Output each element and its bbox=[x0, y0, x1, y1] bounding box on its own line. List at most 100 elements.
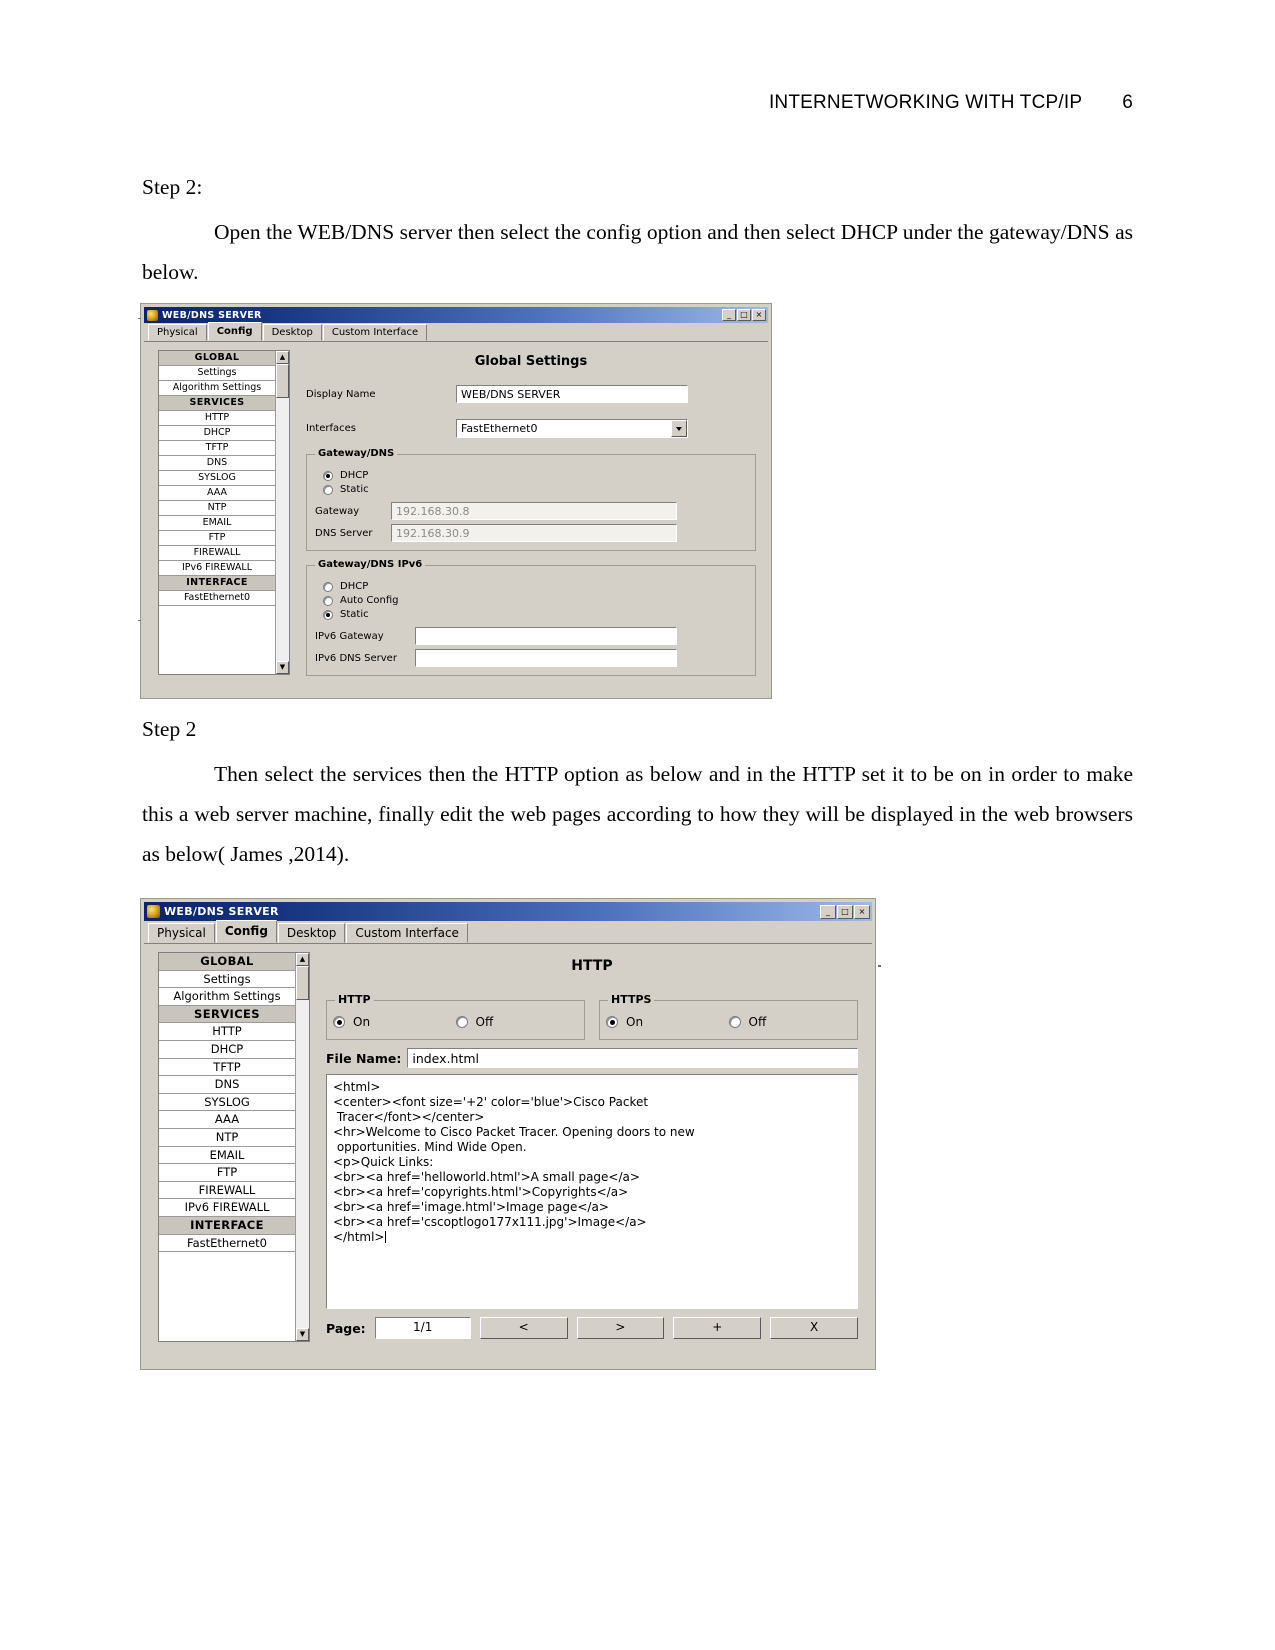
nav-item-settings[interactable]: Settings bbox=[159, 970, 295, 989]
html-code-editor[interactable]: <html> <center><font size='+2' color='bl… bbox=[326, 1074, 858, 1309]
maximize-button[interactable]: □ bbox=[837, 904, 853, 919]
nav-item-ipv6-firewall[interactable]: IPv6 FIREWALL bbox=[159, 561, 275, 576]
close-button[interactable]: × bbox=[854, 904, 870, 919]
scroll-track[interactable] bbox=[276, 364, 289, 661]
nav-item-fastethernet0[interactable]: FastEthernet0 bbox=[159, 591, 275, 606]
close-button[interactable]: × bbox=[752, 309, 766, 321]
nav-item-syslog[interactable]: SYSLOG bbox=[159, 1093, 295, 1112]
https-off-radio-row[interactable]: Off bbox=[728, 1015, 852, 1029]
window2-titlebar[interactable]: WEB/DNS SERVER _ □ × bbox=[144, 902, 872, 921]
nav-item-syslog[interactable]: SYSLOG bbox=[159, 471, 275, 486]
tab-config[interactable]: Config bbox=[215, 920, 277, 943]
ipv6-dns-server-input[interactable] bbox=[415, 649, 677, 667]
page-navigation-row[interactable]: Page: 1/1 < > + X bbox=[326, 1317, 858, 1339]
nav-item-ftp[interactable]: FTP bbox=[159, 531, 275, 546]
nav-item-ntp[interactable]: NTP bbox=[159, 1128, 295, 1147]
chevron-down-icon[interactable] bbox=[671, 420, 687, 437]
nav-scrollbar[interactable]: ▲ ▼ bbox=[295, 953, 309, 1341]
nav-item-dhcp[interactable]: DHCP bbox=[159, 426, 275, 441]
ipv6-gateway-input[interactable] bbox=[415, 627, 677, 645]
http-off-radio-row[interactable]: Off bbox=[455, 1015, 579, 1029]
window1-nav-panel[interactable]: GLOBAL Settings Algorithm Settings SERVICES… bbox=[158, 350, 290, 675]
nav-item-dns[interactable]: DNS bbox=[159, 1076, 295, 1094]
packet-tracer-window-global-settings[interactable]: WEB/DNS SERVER _ □ × Physical Config Des… bbox=[140, 303, 772, 699]
nav-item-ftp[interactable]: FTP bbox=[159, 1164, 295, 1182]
http-off-radio[interactable] bbox=[455, 1016, 468, 1028]
window1-tabstrip[interactable]: Physical Config Desktop Custom Interface bbox=[144, 322, 768, 342]
file-name-row[interactable]: File Name: index.html bbox=[326, 1048, 858, 1068]
nav-item-services: SERVICES bbox=[159, 396, 275, 411]
nav-item-aaa[interactable]: AAA bbox=[159, 1111, 295, 1129]
ipv6-dhcp-radio-row[interactable]: DHCP bbox=[323, 581, 747, 592]
window2-controls[interactable]: _ □ × bbox=[820, 904, 870, 919]
https-on-radio-row[interactable]: On bbox=[606, 1015, 729, 1029]
tab-desktop[interactable]: Desktop bbox=[277, 923, 346, 943]
prev-page-button[interactable]: < bbox=[479, 1317, 568, 1339]
ipv6-auto-config-radio[interactable] bbox=[323, 595, 333, 606]
add-page-button[interactable]: + bbox=[673, 1317, 762, 1339]
gateway-static-radio[interactable] bbox=[323, 484, 333, 495]
tab-config[interactable]: Config bbox=[207, 322, 262, 341]
minimize-button[interactable]: _ bbox=[722, 309, 736, 321]
nav-item-dhcp[interactable]: DHCP bbox=[159, 1040, 295, 1059]
scroll-thumb[interactable] bbox=[296, 966, 309, 1000]
http-legend: HTTP bbox=[335, 993, 374, 1006]
nav-item-ntp[interactable]: NTP bbox=[159, 501, 275, 516]
tab-desktop[interactable]: Desktop bbox=[262, 324, 322, 341]
file-name-input[interactable]: index.html bbox=[407, 1048, 858, 1068]
tab-custom-interface[interactable]: Custom Interface bbox=[346, 923, 468, 943]
scroll-down-icon[interactable]: ▼ bbox=[296, 1328, 309, 1341]
ipv6-dhcp-radio[interactable] bbox=[323, 581, 333, 592]
nav-item-fastethernet0[interactable]: FastEthernet0 bbox=[159, 1234, 295, 1253]
ipv6-auto-config-radio-row[interactable]: Auto Config bbox=[323, 595, 747, 606]
scroll-up-icon[interactable]: ▲ bbox=[276, 351, 289, 364]
window1-controls[interactable]: _ □ × bbox=[722, 309, 766, 321]
nav-item-email[interactable]: EMAIL bbox=[159, 516, 275, 531]
nav-item-http[interactable]: HTTP bbox=[159, 411, 275, 426]
scroll-up-icon[interactable]: ▲ bbox=[296, 953, 309, 966]
gateway-input[interactable]: 192.168.30.8 bbox=[391, 502, 677, 520]
page-header: INTERNETWORKING WITH TCP/IP 6 bbox=[769, 92, 1133, 114]
window1-titlebar[interactable]: WEB/DNS SERVER _ □ × bbox=[144, 307, 768, 323]
tab-physical[interactable]: Physical bbox=[148, 923, 215, 943]
gateway-dhcp-radio[interactable] bbox=[323, 470, 333, 481]
tab-physical[interactable]: Physical bbox=[148, 324, 207, 341]
page-value[interactable]: 1/1 bbox=[374, 1317, 471, 1339]
nav-item-tftp[interactable]: TFTP bbox=[159, 441, 275, 456]
ipv6-static-radio-row[interactable]: Static bbox=[323, 609, 747, 620]
nav-item-algorithm-settings[interactable]: Algorithm Settings bbox=[159, 988, 295, 1006]
delete-page-button[interactable]: X bbox=[770, 1317, 858, 1339]
ipv6-static-radio[interactable] bbox=[323, 609, 333, 620]
nav-item-dns[interactable]: DNS bbox=[159, 456, 275, 471]
https-on-radio[interactable] bbox=[606, 1016, 618, 1028]
nav-item-settings[interactable]: Settings bbox=[159, 366, 275, 381]
nav-item-tftp[interactable]: TFTP bbox=[159, 1058, 295, 1077]
nav-item-http[interactable]: HTTP bbox=[159, 1023, 295, 1041]
scroll-track[interactable] bbox=[296, 966, 309, 1328]
nav-item-aaa[interactable]: AAA bbox=[159, 486, 275, 501]
https-off-radio[interactable] bbox=[728, 1016, 741, 1028]
nav-scrollbar[interactable]: ▲ ▼ bbox=[275, 351, 289, 674]
nav-filler bbox=[159, 606, 275, 666]
nav-item-firewall[interactable]: FIREWALL bbox=[159, 546, 275, 561]
scroll-thumb[interactable] bbox=[276, 364, 289, 398]
interfaces-select[interactable]: FastEthernet0 bbox=[456, 419, 688, 438]
gateway-static-radio-row[interactable]: Static bbox=[323, 484, 747, 495]
next-page-button[interactable]: > bbox=[576, 1317, 665, 1339]
scroll-down-icon[interactable]: ▼ bbox=[276, 661, 289, 674]
minimize-button[interactable]: _ bbox=[820, 904, 836, 919]
dns-server-input[interactable]: 192.168.30.9 bbox=[391, 524, 677, 542]
nav-item-ipv6-firewall[interactable]: IPv6 FIREWALL bbox=[159, 1199, 295, 1217]
http-on-radio-row[interactable]: On bbox=[333, 1015, 456, 1029]
window2-tabstrip[interactable]: Physical Config Desktop Custom Interface bbox=[144, 920, 872, 944]
nav-item-algorithm-settings[interactable]: Algorithm Settings bbox=[159, 381, 275, 396]
http-on-radio[interactable] bbox=[333, 1016, 345, 1028]
nav-item-firewall[interactable]: FIREWALL bbox=[159, 1181, 295, 1200]
display-name-input[interactable]: WEB/DNS SERVER bbox=[456, 385, 688, 403]
nav-item-email[interactable]: EMAIL bbox=[159, 1146, 295, 1165]
window2-nav-panel[interactable]: GLOBAL Settings Algorithm Settings SERVICES… bbox=[158, 952, 310, 1342]
tab-custom-interface[interactable]: Custom Interface bbox=[322, 324, 428, 341]
packet-tracer-window-http[interactable]: WEB/DNS SERVER _ □ × Physical Config Des… bbox=[140, 898, 876, 1370]
gateway-dhcp-radio-row[interactable]: DHCP bbox=[323, 470, 747, 481]
maximize-button[interactable]: □ bbox=[737, 309, 751, 321]
